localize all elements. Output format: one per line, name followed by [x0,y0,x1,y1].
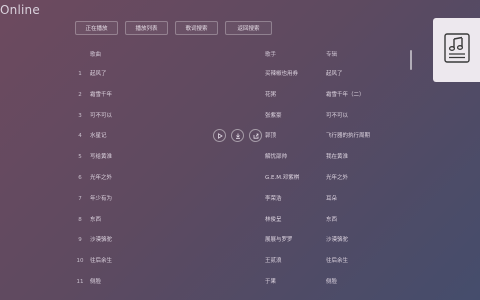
download-icon [235,133,241,139]
artist-name: 花粥 [265,91,277,98]
table-row[interactable]: 9 沙漠骆驼 展展与罗罗 沙漠骆驼 [75,230,385,251]
scrollbar[interactable] [410,50,412,70]
row-number: 10 [76,258,84,265]
album-name: 耳朵 [326,195,338,202]
music-note-icon [443,33,470,67]
lyrics-search-button[interactable]: 歌词搜索 [175,21,218,35]
table-row[interactable]: 7 年少有为 李荣浩 耳朵 [75,189,385,210]
artist-name: 买辣椒也用券 [265,71,299,77]
now-playing-button[interactable]: 正在播放 [75,21,118,35]
album-name: 我在黄淮 [326,154,349,161]
share-button[interactable] [249,129,262,143]
play-button[interactable] [213,129,226,143]
back-to-search-button[interactable]: 返回搜索 [225,21,272,35]
song-name: 水星记 [90,133,107,140]
table-row[interactable]: 5 写给黄淮 解忧邵帅 我在黄淮 [75,147,385,168]
song-name: 沙漠骆驼 [90,237,113,244]
artist-name: 于果 [265,278,277,285]
song-name: 写给黄淮 [90,154,113,161]
playlist-button[interactable]: 播放列表 [125,21,168,35]
table-header: 歌曲 歌手 专辑 [75,46,385,64]
album-name: 往后余生 [326,258,349,265]
artist-name: 王贰浪 [265,258,282,265]
album-art-card[interactable] [433,18,480,82]
song-name: 东西 [90,216,102,223]
table-row[interactable]: 11 侧脸 于果 侧脸 [75,272,385,293]
album-name: 可不可以 [326,112,349,119]
album-name: 沙漠骆驼 [326,237,349,244]
artist-name: 解忧邵帅 [265,154,288,161]
row-number: 2 [78,91,82,98]
table-row[interactable]: 6 光年之外 G.E.M.邓紫棋 光年之外 [75,168,385,189]
download-button[interactable] [231,129,244,143]
table-row[interactable]: 8 东西 林俊呈 东西 [75,210,385,231]
song-name: 年少有为 [90,195,113,202]
song-name: 起风了 [90,71,107,77]
row-number: 5 [78,154,82,161]
song-name: 霜雪千年 [90,91,113,98]
toolbar: 正在播放 播放列表 歌词搜索 返回搜索 [75,21,272,35]
row-number: 6 [78,174,82,181]
row-actions [213,129,262,143]
row-number: 9 [78,237,82,244]
row-number: 1 [78,71,82,77]
header-artist: 歌手 [265,52,277,58]
table-row[interactable]: 1 起风了 买辣椒也用券 起风了 [75,64,385,85]
row-number: 11 [76,278,84,285]
song-name: 可不可以 [90,112,113,119]
header-song: 歌曲 [90,52,102,58]
song-name: 侧脸 [90,278,102,285]
play-icon [217,132,223,139]
artist-name: 李荣浩 [265,195,282,202]
artist-name: 林俊呈 [265,216,282,223]
row-number: 4 [78,133,82,140]
table-row[interactable]: 10 往后余生 王贰浪 往后余生 [75,251,385,272]
song-table: 歌曲 歌手 专辑 1 起风了 买辣椒也用券 起风了 2 霜雪千年 花粥 霜雪千年（二） 3 可不可… [75,46,385,293]
album-name: 侧脸 [326,278,338,285]
song-name: 往后余生 [90,258,113,265]
album-name: 飞行器的执行周期 [326,133,371,140]
artist-name: 张紫豪 [265,112,282,119]
row-number: 7 [78,195,82,202]
row-number: 3 [78,112,82,119]
table-row[interactable]: 3 可不可以 张紫豪 可不可以 [75,106,385,127]
album-name: 光年之外 [326,174,349,181]
table-row[interactable]: 4 水星记 郭顶 飞行器的执行周期 [75,126,385,147]
song-name: 光年之外 [90,174,113,181]
app-title: Online [0,3,40,17]
album-name: 东西 [326,216,338,223]
artist-name: 展展与罗罗 [265,237,293,244]
artist-name: 郭顶 [265,133,277,140]
album-name: 起风了 [326,71,343,77]
table-row[interactable]: 2 霜雪千年 花粥 霜雪千年（二） [75,85,385,106]
artist-name: G.E.M.邓紫棋 [265,174,300,181]
share-icon [253,133,259,139]
album-name: 霜雪千年（二） [326,91,365,98]
row-number: 8 [78,216,82,223]
header-album: 专辑 [326,52,338,58]
